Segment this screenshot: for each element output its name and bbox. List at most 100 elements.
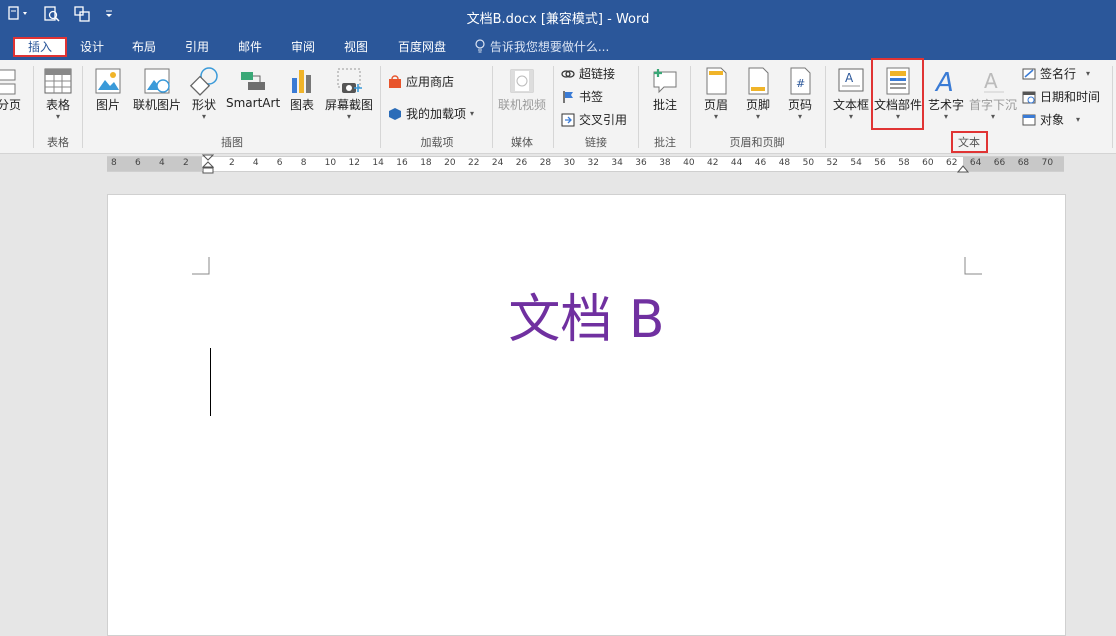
textbox-label: 文本框 bbox=[832, 98, 869, 112]
ruler-tick-label: 2 bbox=[229, 158, 235, 168]
ruler-tick-label: 4 bbox=[252, 158, 259, 168]
header-button[interactable]: 页眉 ▾ bbox=[697, 66, 735, 121]
chevron-down-icon: ▾ bbox=[55, 112, 60, 121]
online-picture-button[interactable]: 联机图片 bbox=[130, 66, 184, 113]
screenshot-icon bbox=[337, 68, 362, 93]
chevron-down-icon: ▾ bbox=[713, 112, 718, 121]
group-label-comments: 批注 bbox=[654, 136, 676, 149]
drop-cap-label: 首字下沉 bbox=[968, 98, 1017, 112]
page-break-label: 分页 bbox=[0, 98, 21, 112]
tab-insert[interactable]: 插入 bbox=[13, 37, 67, 57]
cross-reference-label: 交叉引用 bbox=[579, 113, 628, 127]
smartart-button[interactable]: SmartArt bbox=[226, 66, 280, 110]
object-icon bbox=[1022, 114, 1036, 125]
online-picture-icon bbox=[144, 68, 170, 94]
drop-cap-button[interactable]: A 首字下沉 ▾ bbox=[967, 66, 1019, 121]
online-video-button[interactable]: 联机视频 bbox=[496, 66, 548, 113]
ruler-tick-label: 46 bbox=[754, 158, 767, 168]
ruler-tick-label: 70 bbox=[1041, 158, 1054, 168]
cross-reference-button[interactable]: 交叉引用 bbox=[561, 111, 627, 128]
ruler-tick-label: 42 bbox=[707, 158, 719, 168]
tell-me-box[interactable]: 告诉我您想要做什么... bbox=[474, 38, 609, 55]
table-icon bbox=[44, 68, 72, 94]
chart-label: 图表 bbox=[289, 98, 314, 112]
group-separator bbox=[638, 66, 639, 148]
screenshot-button[interactable]: 屏幕截图 ▾ bbox=[322, 66, 376, 121]
link-icon bbox=[561, 69, 575, 78]
store-label: 应用商店 bbox=[406, 75, 455, 89]
page-break-button[interactable]: 分页 bbox=[0, 68, 24, 113]
document-page[interactable]: 文档 B bbox=[107, 194, 1066, 636]
ruler-tick-label: 2 bbox=[183, 158, 189, 168]
ruler-tick-label: 4 bbox=[159, 158, 165, 168]
header-label: 页眉 bbox=[703, 98, 728, 112]
ruler-tick-label: 10 bbox=[324, 158, 337, 168]
wordart-button[interactable]: A 艺术字 ▾ bbox=[926, 66, 966, 121]
right-indent-marker-icon[interactable] bbox=[957, 163, 969, 173]
wordart-label: 艺术字 bbox=[927, 98, 964, 112]
picture-icon bbox=[95, 68, 121, 94]
picture-label: 图片 bbox=[95, 98, 120, 112]
ruler-tick-label: 48 bbox=[778, 158, 791, 168]
shapes-label: 形状 bbox=[191, 98, 216, 112]
store-button[interactable]: 应用商店 bbox=[388, 73, 454, 90]
chevron-down-icon: ▾ bbox=[1076, 115, 1081, 124]
tab-review[interactable]: 审阅 bbox=[283, 37, 323, 57]
svg-text:A: A bbox=[984, 69, 998, 93]
comment-button[interactable]: 批注 bbox=[645, 66, 685, 113]
bookmark-button[interactable]: 书签 bbox=[561, 88, 603, 105]
tab-layout[interactable]: 布局 bbox=[124, 37, 164, 57]
shapes-button[interactable]: 形状 ▾ bbox=[186, 66, 222, 121]
highlight-quick-parts bbox=[871, 58, 924, 130]
ruler-tick-label: 26 bbox=[515, 158, 528, 168]
ruler-tick-label: 56 bbox=[874, 158, 886, 168]
page-number-button[interactable]: # 页码 ▾ bbox=[781, 66, 819, 121]
highlight-text-group bbox=[951, 131, 988, 153]
my-addins-button[interactable]: 我的加载项 ▾ bbox=[388, 105, 474, 122]
ruler-tick-label: 28 bbox=[539, 158, 552, 168]
ruler-tick-label: 16 bbox=[396, 158, 408, 168]
online-video-label: 联机视频 bbox=[497, 98, 546, 112]
group-label-tables: 表格 bbox=[47, 136, 69, 149]
document-heading[interactable]: 文档 B bbox=[108, 277, 1065, 352]
bookmark-icon bbox=[563, 90, 573, 103]
horizontal-ruler[interactable]: 8 6 4 2 2 4 6 8 10 12 14 16 18 20 22 24 26 28 30 32 34 36 38 40… bbox=[107, 154, 1064, 174]
tab-baidu-netdisk[interactable]: 百度网盘 bbox=[392, 37, 452, 57]
chart-button[interactable]: 图表 bbox=[284, 66, 320, 113]
hyperlink-button[interactable]: 超链接 bbox=[561, 65, 615, 82]
group-label-header-footer: 页眉和页脚 bbox=[729, 136, 785, 149]
date-time-button[interactable]: 日期和时间 bbox=[1022, 88, 1100, 105]
ruler-tick-label: 54 bbox=[850, 158, 862, 168]
calendar-icon bbox=[1022, 91, 1036, 103]
tab-view[interactable]: 视图 bbox=[336, 37, 376, 57]
ruler-tick-label: 68 bbox=[1017, 158, 1030, 168]
online-picture-label: 联机图片 bbox=[132, 98, 181, 112]
ruler-tick-label: 60 bbox=[922, 158, 934, 168]
object-button[interactable]: 对象 ▾ bbox=[1022, 111, 1080, 128]
tab-design[interactable]: 设计 bbox=[72, 37, 112, 57]
footer-icon bbox=[748, 67, 769, 95]
signature-line-button[interactable]: 签名行 ▾ bbox=[1022, 65, 1090, 82]
textbox-button[interactable]: A 文本框 ▾ bbox=[831, 66, 871, 121]
picture-button[interactable]: 图片 bbox=[90, 66, 126, 113]
chevron-down-icon: ▾ bbox=[848, 112, 853, 121]
chevron-down-icon: ▾ bbox=[201, 112, 206, 121]
ruler-tick-label: 18 bbox=[420, 158, 432, 168]
table-button[interactable]: 表格 ▾ bbox=[40, 66, 76, 121]
ruler-tick-label: 38 bbox=[659, 158, 671, 168]
footer-button[interactable]: 页脚 ▾ bbox=[739, 66, 777, 121]
ruler-tick-label: 20 bbox=[444, 158, 456, 168]
margin-corner-top-right bbox=[964, 257, 982, 275]
group-separator bbox=[492, 66, 493, 148]
date-time-label: 日期和时间 bbox=[1040, 90, 1101, 104]
my-addins-label: 我的加载项 bbox=[406, 107, 467, 121]
svg-text:A: A bbox=[845, 71, 854, 85]
group-separator bbox=[82, 66, 83, 148]
ruler-tick-label: 58 bbox=[898, 158, 910, 168]
ribbon-tabs: 插入 设计 布局 引用 邮件 审阅 视图 百度网盘 告诉我您想要做什么... bbox=[0, 34, 1116, 60]
tab-references[interactable]: 引用 bbox=[177, 37, 217, 57]
tab-mailings[interactable]: 邮件 bbox=[230, 37, 270, 57]
ruler-tick-label: 12 bbox=[348, 158, 360, 168]
group-separator bbox=[33, 66, 34, 148]
indent-marker-icon[interactable] bbox=[202, 154, 214, 174]
